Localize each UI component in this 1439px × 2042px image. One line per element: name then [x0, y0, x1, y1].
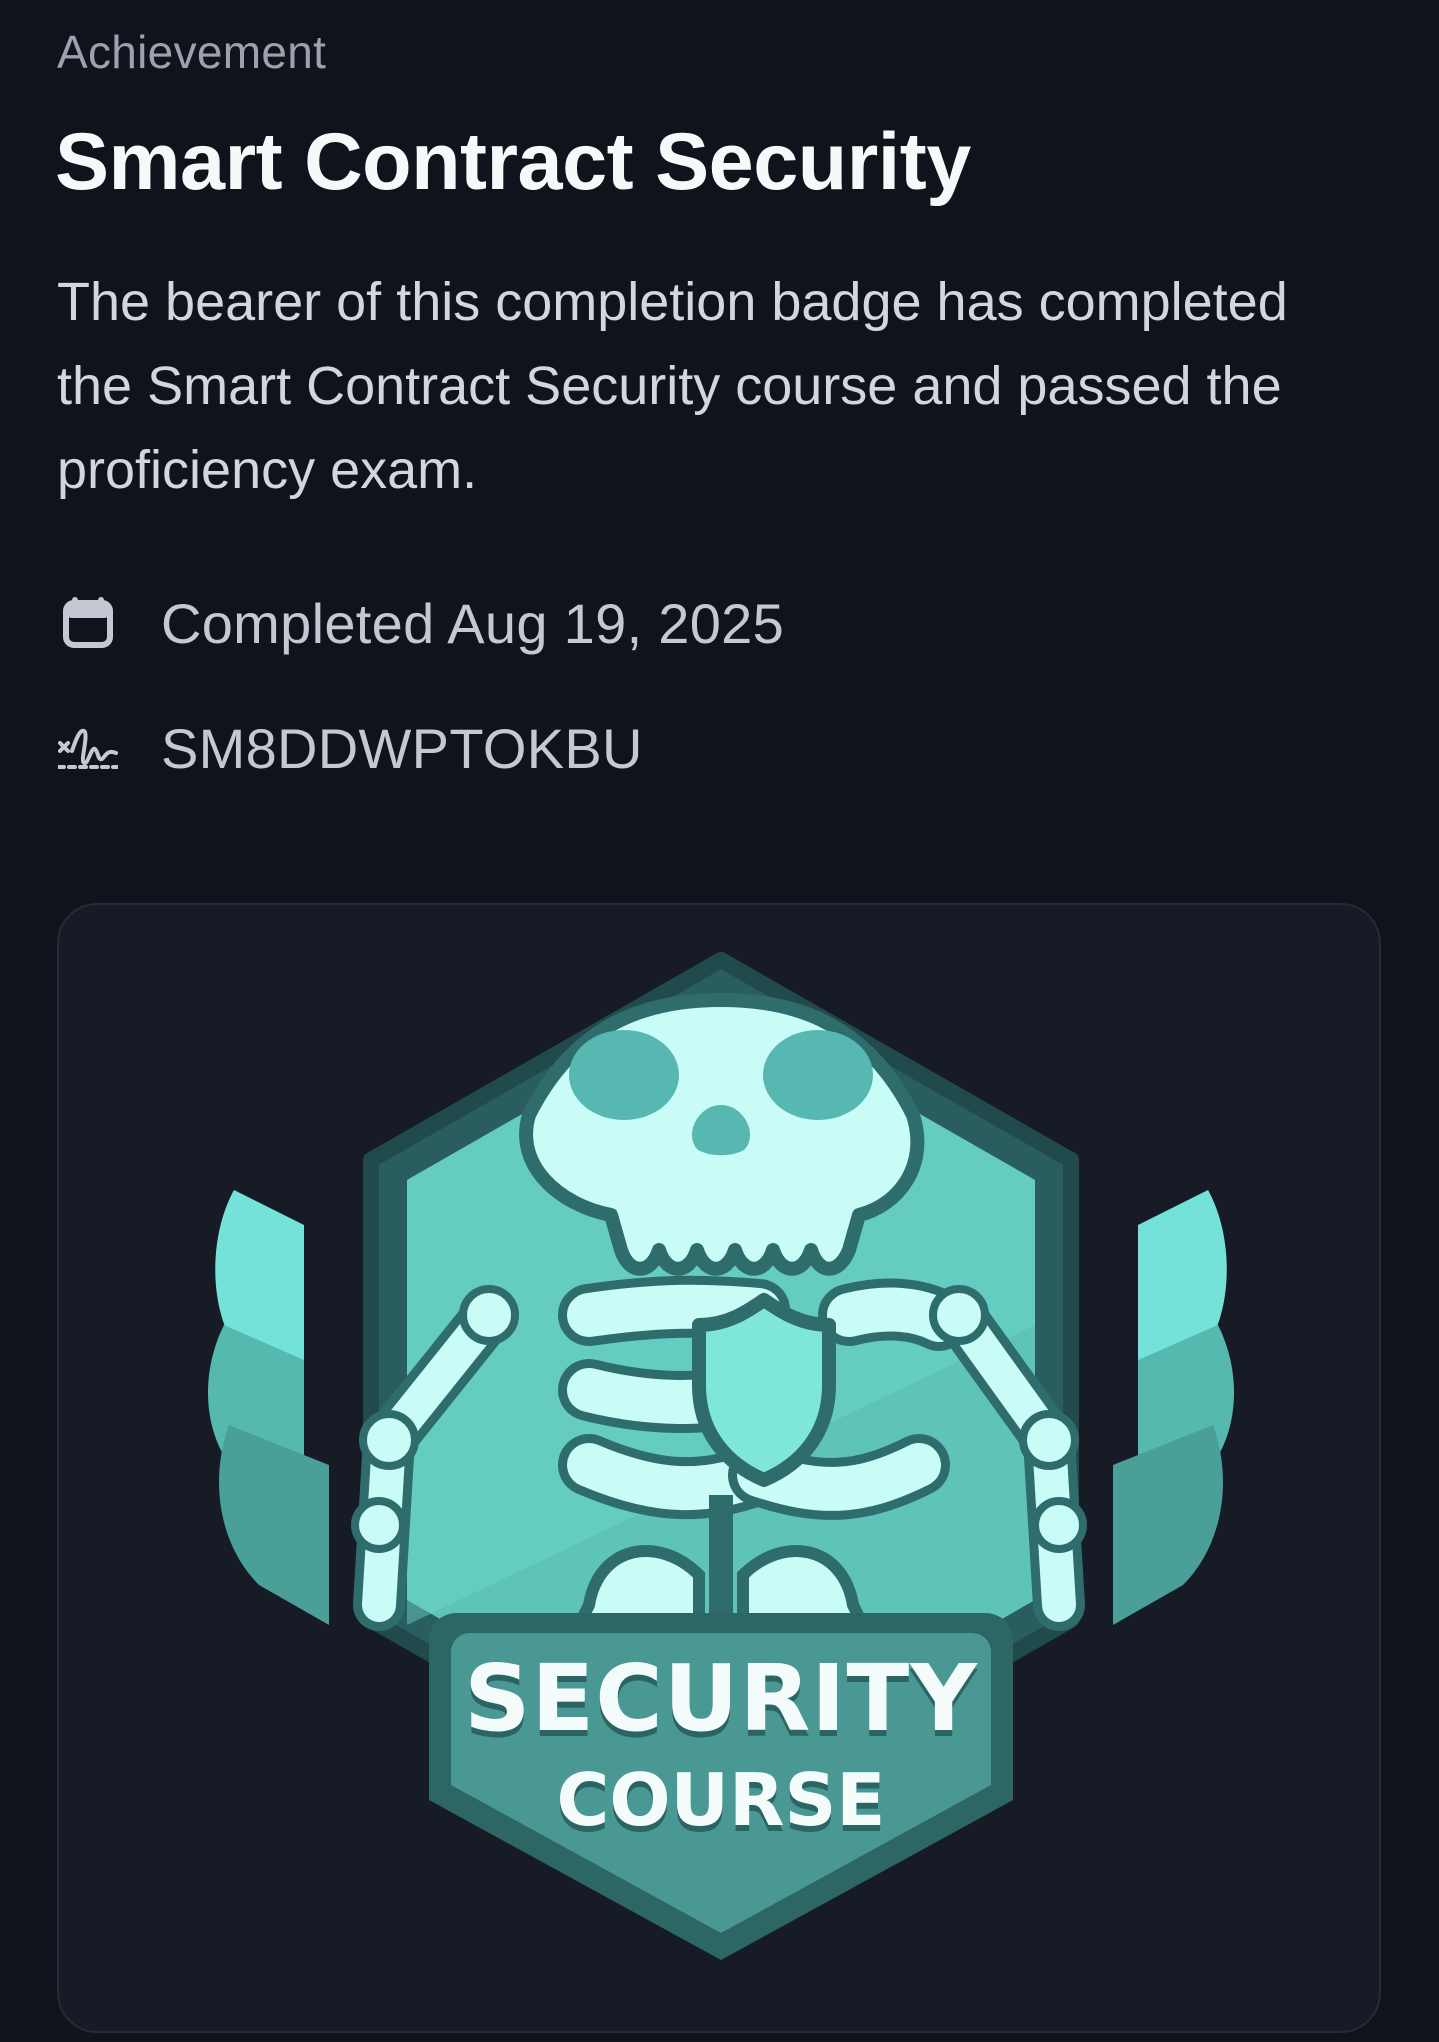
completed-date-row: Completed Aug 19, 2025	[57, 583, 784, 663]
completed-date-text: Completed Aug 19, 2025	[161, 591, 785, 655]
achievement-page: Achievement Smart Contract Security The …	[0, 0, 1439, 2042]
page-title: Smart Contract Security	[55, 117, 971, 207]
credential-id-text: SM8DDWPTOKBU	[161, 716, 643, 780]
calendar-icon	[57, 592, 119, 654]
achievement-description: The bearer of this completion badge has …	[57, 272, 1288, 500]
signature-icon	[57, 717, 119, 779]
credential-id-row: SM8DDWPTOKBU	[57, 708, 643, 788]
badge-card: SECURITY COURSE	[57, 903, 1381, 2033]
eyebrow-label: Achievement	[57, 26, 327, 78]
skeleton-shield-badge	[207, 952, 1235, 1960]
badge-title-text: SECURITY	[464, 1645, 978, 1752]
badge-subtitle-text: COURSE	[556, 1758, 886, 1842]
